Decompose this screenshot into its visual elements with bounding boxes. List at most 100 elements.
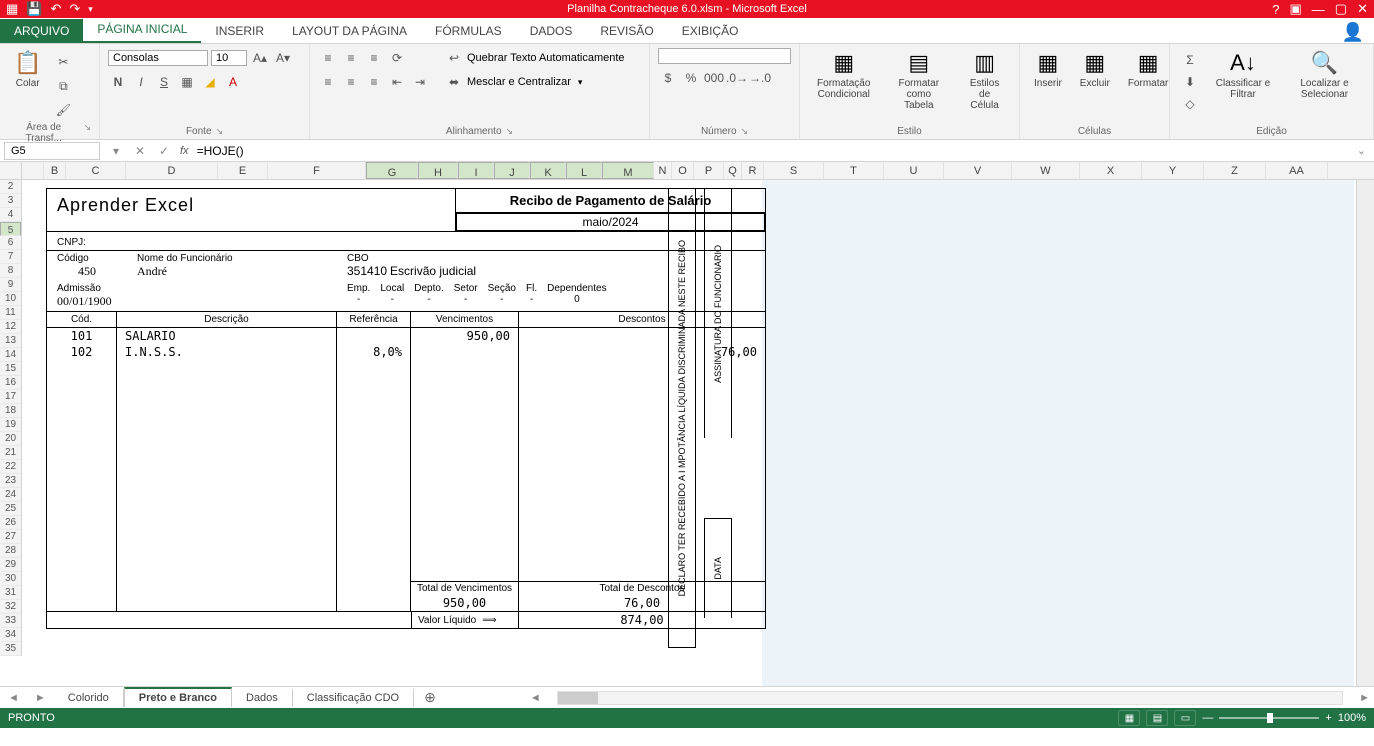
sheet-tab-dados[interactable]: Dados: [232, 689, 293, 707]
cut-icon[interactable]: ✂: [53, 52, 73, 72]
font-color-button[interactable]: A: [223, 72, 243, 92]
tab-file[interactable]: ARQUIVO: [0, 19, 83, 43]
row-header-16[interactable]: 16: [0, 376, 21, 390]
format-as-table-button[interactable]: ▤Formatar como Tabela: [885, 48, 952, 124]
col-header-Z[interactable]: Z: [1204, 162, 1266, 179]
account-icon[interactable]: 👤: [1342, 22, 1364, 43]
save-icon[interactable]: 💾: [26, 1, 42, 17]
col-header-C[interactable]: C: [66, 162, 126, 179]
col-header-G[interactable]: G: [366, 162, 418, 179]
row-header-28[interactable]: 28: [0, 544, 21, 558]
row-header-22[interactable]: 22: [0, 460, 21, 474]
fill-icon[interactable]: ⬇: [1180, 72, 1200, 92]
hscroll-left-icon[interactable]: ◄: [526, 692, 545, 704]
undo-icon[interactable]: ↶: [50, 1, 61, 17]
row-header-24[interactable]: 24: [0, 488, 21, 502]
row-header-6[interactable]: 6: [0, 236, 21, 250]
comma-icon[interactable]: 000: [704, 68, 724, 88]
select-all-corner[interactable]: [0, 162, 22, 180]
qat-dropdown-icon[interactable]: ▾: [88, 4, 93, 15]
col-header-K[interactable]: K: [530, 162, 566, 179]
row-header-20[interactable]: 20: [0, 432, 21, 446]
format-painter-icon[interactable]: 🖌: [53, 100, 73, 120]
row-header-2[interactable]: 2: [0, 180, 21, 194]
fill-color-button[interactable]: ◢: [200, 72, 220, 92]
row-header-13[interactable]: 13: [0, 334, 21, 348]
cell-styles-button[interactable]: ▥Estilos de Célula: [958, 48, 1011, 124]
sheet-tab-colorido[interactable]: Colorido: [54, 689, 124, 707]
align-center-icon[interactable]: ≡: [341, 72, 361, 92]
col-header-B[interactable]: B: [44, 162, 66, 179]
col-header-X[interactable]: X: [1080, 162, 1142, 179]
view-page-layout-icon[interactable]: ▤: [1146, 710, 1168, 726]
row-header-11[interactable]: 11: [0, 306, 21, 320]
col-header-W[interactable]: W: [1012, 162, 1080, 179]
clear-icon[interactable]: ◇: [1180, 94, 1200, 114]
col-header-N[interactable]: N: [654, 162, 672, 179]
row-headers[interactable]: 2345678910111213141516171819202122232425…: [0, 180, 22, 656]
sheet-nav-prev-icon[interactable]: ◄: [0, 692, 27, 704]
number-dialog-icon[interactable]: ↘: [741, 126, 749, 137]
row-header-31[interactable]: 31: [0, 586, 21, 600]
view-page-break-icon[interactable]: ▭: [1174, 710, 1196, 726]
delete-cells-button[interactable]: ▦Excluir: [1074, 48, 1116, 124]
add-sheet-icon[interactable]: ⊕: [414, 689, 446, 706]
dec-decimal-icon[interactable]: →.0: [750, 68, 770, 88]
tab-insert[interactable]: INSERIR: [201, 19, 278, 43]
align-left-icon[interactable]: ≡: [318, 72, 338, 92]
align-right-icon[interactable]: ≡: [364, 72, 384, 92]
italic-button[interactable]: I: [131, 72, 151, 92]
row-header-34[interactable]: 34: [0, 628, 21, 642]
row-header-15[interactable]: 15: [0, 362, 21, 376]
currency-icon[interactable]: $: [658, 68, 678, 88]
row-header-23[interactable]: 23: [0, 474, 21, 488]
name-box[interactable]: [4, 142, 100, 160]
col-header-M[interactable]: M: [602, 162, 654, 179]
col-header-Q[interactable]: Q: [724, 162, 742, 179]
tab-layout[interactable]: LAYOUT DA PÁGINA: [278, 19, 421, 43]
accept-formula-icon[interactable]: ✓: [152, 144, 176, 158]
col-header-gutter[interactable]: [22, 162, 44, 179]
col-header-T[interactable]: T: [824, 162, 884, 179]
orientation-icon[interactable]: ⟳: [387, 48, 407, 68]
row-header-12[interactable]: 12: [0, 320, 21, 334]
redo-icon[interactable]: ↷: [69, 1, 80, 17]
row-header-18[interactable]: 18: [0, 404, 21, 418]
sort-filter-button[interactable]: A↓Classificar e Filtrar: [1208, 48, 1278, 124]
align-dialog-icon[interactable]: ↘: [506, 126, 514, 137]
column-headers[interactable]: BCDEFGHIJKLMNOPQRSTUVWXYZAA: [0, 162, 1374, 180]
zoom-out-icon[interactable]: —: [1202, 712, 1213, 724]
align-bottom-icon[interactable]: ≡: [364, 48, 384, 68]
row-header-10[interactable]: 10: [0, 292, 21, 306]
tab-review[interactable]: REVISÃO: [586, 19, 667, 43]
wrap-text-button[interactable]: ↩Quebrar Texto Automaticamente: [444, 48, 625, 68]
row-header-14[interactable]: 14: [0, 348, 21, 362]
row-header-25[interactable]: 25: [0, 502, 21, 516]
insert-cells-button[interactable]: ▦Inserir: [1028, 48, 1068, 124]
row-header-4[interactable]: 4: [0, 208, 21, 222]
cancel-formula-icon[interactable]: ✕: [128, 144, 152, 158]
hscroll-thumb[interactable]: [558, 692, 598, 704]
zoom-slider[interactable]: [1219, 717, 1319, 719]
col-header-P[interactable]: P: [694, 162, 724, 179]
col-header-O[interactable]: O: [672, 162, 694, 179]
row-header-3[interactable]: 3: [0, 194, 21, 208]
formula-input[interactable]: [193, 142, 1349, 160]
tab-view[interactable]: EXIBIÇÃO: [668, 19, 753, 43]
indent-decrease-icon[interactable]: ⇤: [387, 72, 407, 92]
expand-formula-icon[interactable]: ⌄: [1349, 144, 1374, 157]
row-header-21[interactable]: 21: [0, 446, 21, 460]
close-icon[interactable]: ✕: [1357, 1, 1368, 17]
font-size-select[interactable]: [211, 50, 247, 66]
find-select-button[interactable]: 🔍Localizar e Selecionar: [1284, 48, 1365, 124]
tab-home[interactable]: PÁGINA INICIAL: [83, 17, 201, 43]
hscrollbar[interactable]: ◄ ►: [446, 691, 1374, 705]
tab-data[interactable]: DADOS: [516, 19, 587, 43]
paste-button[interactable]: 📋 Colar: [8, 48, 47, 120]
sheet-nav-next-icon[interactable]: ►: [27, 692, 54, 704]
decrease-font-icon[interactable]: A▾: [273, 48, 293, 68]
percent-icon[interactable]: %: [681, 68, 701, 88]
row-header-19[interactable]: 19: [0, 418, 21, 432]
row-header-32[interactable]: 32: [0, 600, 21, 614]
merge-center-button[interactable]: ⬌Mesclar e Centralizar▾: [444, 72, 625, 92]
